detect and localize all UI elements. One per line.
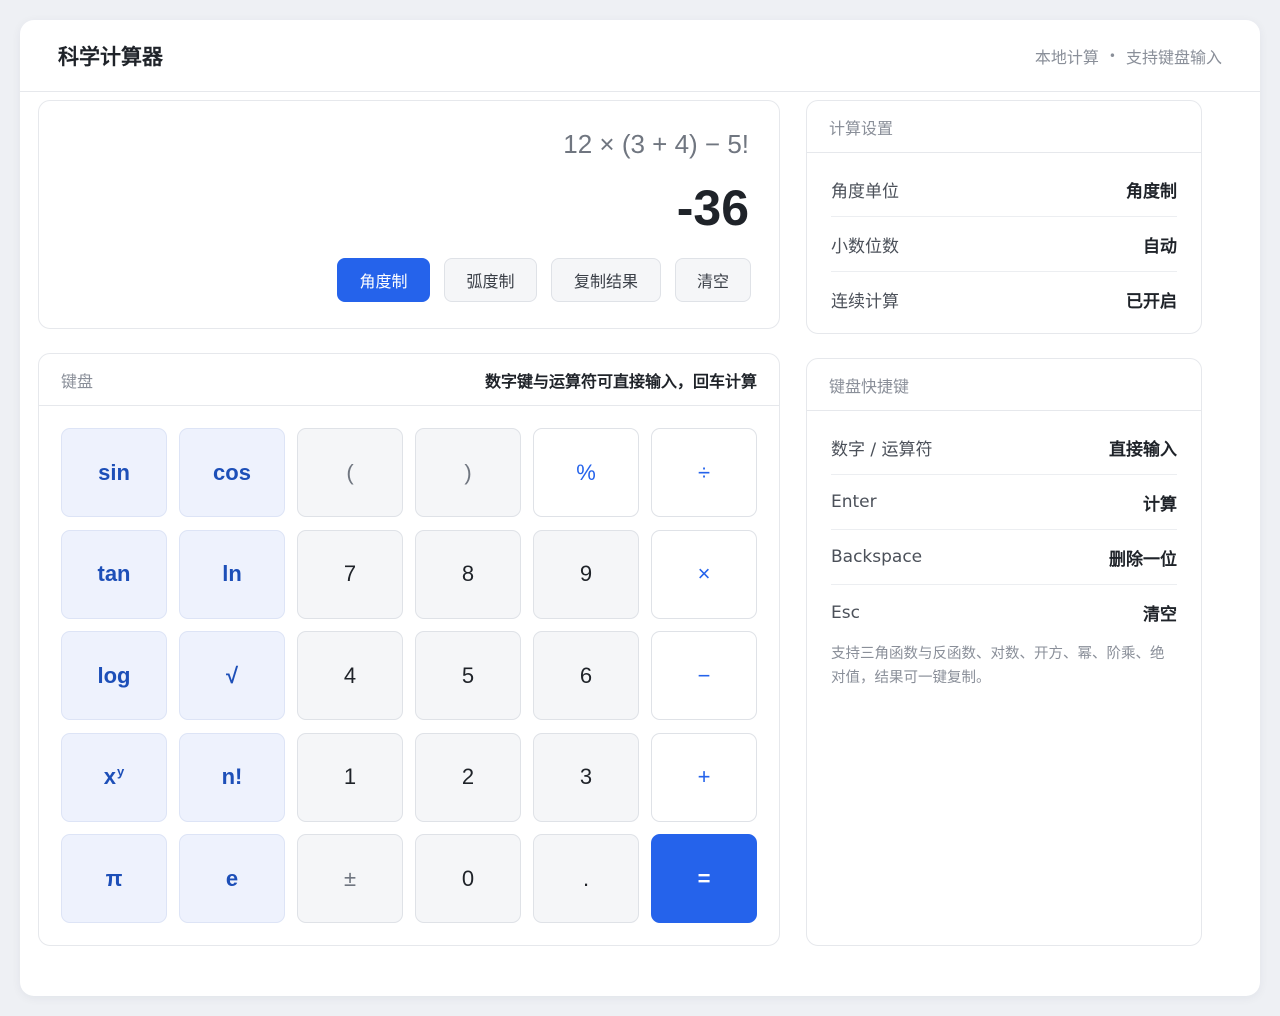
key-4[interactable]: 4 [297,631,403,720]
settings-panel: 计算设置 角度单位 角度制 小数位数 自动 连续计算 已开启 [806,100,1202,334]
setting-label: 角度单位 [831,181,899,202]
key-7[interactable]: 7 [297,529,403,619]
app-title: 科学计算器 [58,44,163,69]
shortcuts-list: 数字 / 运算符 直接输入 Enter 计算 Backspace 删除一位 Es… [807,411,1201,640]
settings-list: 角度单位 角度制 小数位数 自动 连续计算 已开启 [807,153,1201,327]
settings-header: 计算设置 [807,101,1201,153]
shortcuts-panel: 键盘快捷键 数字 / 运算符 直接输入 Enter 计算 Backspace 删… [806,358,1202,946]
keypad-label: 键盘 [61,371,94,391]
key-9[interactable]: 9 [533,529,639,619]
shortcuts-title: 键盘快捷键 [829,376,910,396]
key-divide[interactable]: ÷ [651,428,757,517]
shortcut-row: Enter 计算 [831,475,1177,530]
setting-value: 角度制 [1126,181,1177,202]
key-cos[interactable]: cos [179,428,285,517]
shortcut-key: Enter [831,492,877,512]
power-exponent: y [117,763,125,779]
key-plus[interactable]: + [651,732,757,822]
settings-row-angle-unit[interactable]: 角度单位 角度制 [831,162,1177,217]
key-equals[interactable]: = [651,834,757,923]
radian-mode-button[interactable]: 弧度制 [444,258,537,302]
settings-row-decimals[interactable]: 小数位数 自动 [831,217,1177,272]
key-e[interactable]: e [179,834,285,923]
key-factorial[interactable]: n! [179,732,285,822]
setting-value: 已开启 [1126,292,1177,312]
settings-title: 计算设置 [829,118,894,138]
key-8[interactable]: 8 [415,529,521,619]
shortcut-key: Backspace [831,547,923,567]
display-panel: 12 × (3 + 4) − 5! -36 角度制 弧度制 复制结果 清空 [38,100,780,329]
shortcut-row: Backspace 删除一位 [831,530,1177,585]
app-header: 科学计算器 本地计算 • 支持键盘输入 [20,20,1260,92]
shortcut-action: 清空 [1143,605,1177,625]
key-3[interactable]: 3 [533,732,639,822]
key-5[interactable]: 5 [415,631,521,720]
display-actions: 角度制 弧度制 复制结果 清空 [337,258,751,302]
keypad-header: 键盘 数字键与运算符可直接输入，回车计算 [39,354,779,406]
keypad-panel: 键盘 数字键与运算符可直接输入，回车计算 sin cos ( ) % ÷ tan… [38,353,780,946]
key-6[interactable]: 6 [533,631,639,720]
key-tan[interactable]: tan [61,529,167,619]
shortcut-row: Esc 清空 [831,585,1177,640]
key-1[interactable]: 1 [297,732,403,822]
key-pi[interactable]: π [61,834,167,923]
result-display: -36 [676,180,749,236]
keypad-grid: sin cos ( ) % ÷ tan ln 7 8 9 × log √ 4 5… [61,428,757,923]
degree-mode-button[interactable]: 角度制 [337,258,430,302]
key-sqrt[interactable]: √ [179,631,285,720]
key-2[interactable]: 2 [415,732,521,822]
shortcut-key: 数字 / 运算符 [831,439,933,460]
key-right-paren[interactable]: ) [415,428,521,517]
key-percent[interactable]: % [533,428,639,517]
key-log[interactable]: log [61,631,167,720]
meta-separator: • [1108,48,1116,63]
copy-result-button[interactable]: 复制结果 [551,258,661,302]
setting-value: 自动 [1143,236,1177,257]
header-meta: 本地计算 • 支持键盘输入 [1035,44,1222,68]
key-0[interactable]: 0 [415,834,521,923]
expression-display: 12 × (3 + 4) − 5! [563,129,749,159]
meta-keyboard: 支持键盘输入 [1125,47,1222,67]
shortcut-action: 删除一位 [1109,549,1177,570]
clear-button[interactable]: 清空 [675,258,751,302]
shortcut-key: Esc [831,602,860,623]
setting-label: 小数位数 [831,236,899,257]
key-multiply[interactable]: × [651,529,757,619]
key-left-paren[interactable]: ( [297,428,403,517]
key-ln[interactable]: ln [179,529,285,619]
shortcut-action: 直接输入 [1109,439,1177,460]
key-sin[interactable]: sin [61,428,167,517]
key-decimal[interactable]: . [533,834,639,923]
key-plus-minus[interactable]: ± [297,834,403,923]
settings-row-continuous[interactable]: 连续计算 已开启 [831,272,1177,327]
setting-label: 连续计算 [831,292,899,312]
keypad-hint: 数字键与运算符可直接输入，回车计算 [484,371,757,391]
shortcut-row: 数字 / 运算符 直接输入 [831,420,1177,475]
shortcuts-note: 支持三角函数与反函数、对数、开方、幂、阶乘、绝对值，结果可一键复制。 [831,646,1165,686]
shortcuts-header: 键盘快捷键 [807,359,1201,411]
meta-local: 本地计算 [1034,47,1099,67]
power-base: x [103,764,116,789]
key-minus[interactable]: − [651,631,757,720]
shortcut-action: 计算 [1143,494,1177,515]
key-power[interactable]: xy [61,732,167,822]
